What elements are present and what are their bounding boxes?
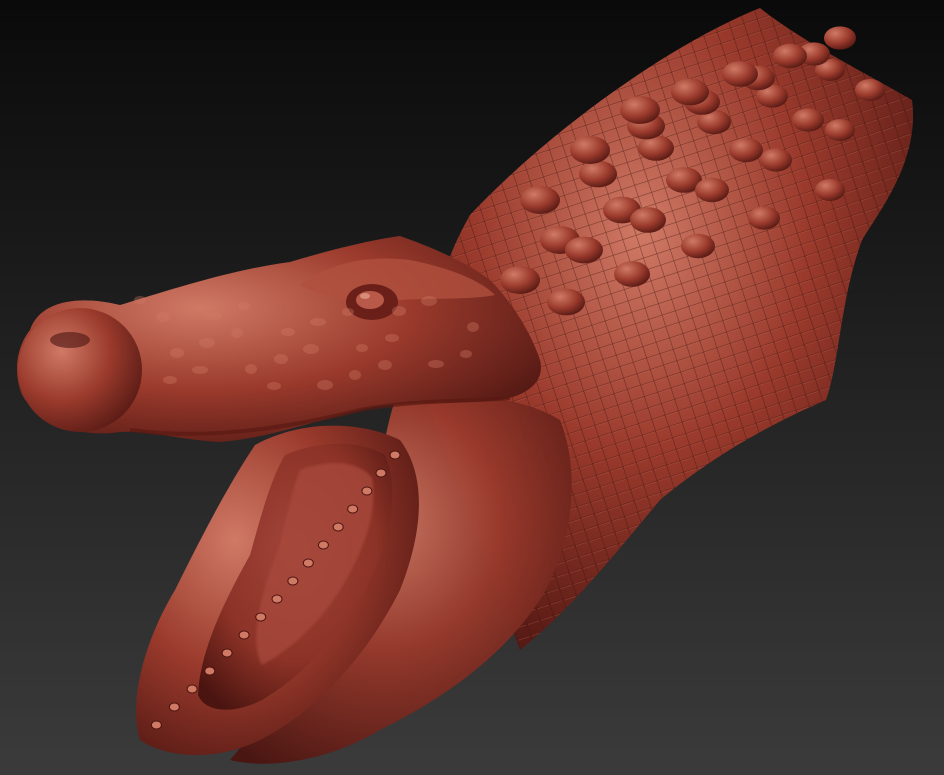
tooth [347,504,359,514]
snout-bump [274,354,288,364]
snout-bump [421,296,437,306]
tooth [168,702,180,712]
scute [748,206,780,230]
scute [760,148,792,172]
scute [620,96,660,124]
snout-bump [192,366,208,374]
scute [671,78,709,106]
tooth [186,684,198,694]
snout-bump [317,380,333,390]
snout-bump [356,344,368,352]
scute [520,186,560,214]
sculpt-viewport[interactable] [0,0,944,775]
snout-bump [267,382,281,390]
tooth [332,522,344,532]
nose-bulb [18,308,142,432]
snout-bump [245,364,257,374]
tooth [221,648,233,658]
eye-highlight [360,293,370,299]
tooth [204,666,216,676]
snout-bump [342,308,354,316]
scute [722,61,758,87]
snout-bump [206,312,222,320]
snout-bump [349,370,361,380]
tooth [255,612,267,622]
tooth [317,540,329,550]
scute [855,79,885,101]
tooth [238,630,250,640]
scute [825,119,855,141]
snout-bump [460,350,472,358]
scute [729,137,763,163]
tooth [389,450,401,460]
snout-bump [238,302,250,310]
scute [681,233,715,259]
snout-bump [428,360,444,368]
tooth [271,594,283,604]
snout-bump [392,306,406,316]
scute [579,160,617,188]
tooth [150,720,162,730]
snout-bump [199,338,215,348]
snout-bump [134,296,146,304]
snout-bump [170,348,184,358]
snout-bump [467,322,479,332]
scute [815,179,845,201]
tooth [287,576,299,586]
scute [547,288,585,316]
tooth [361,486,373,496]
scute [824,26,856,50]
tooth [375,468,387,478]
nostril-icon [50,332,90,348]
snout-bump [385,334,399,342]
snout-bump [281,328,295,336]
snout-bump [303,344,319,354]
scute [570,136,610,164]
scute [565,236,603,264]
scute [792,108,824,132]
scute [614,261,650,287]
snout-bump [163,376,177,384]
snout-bump [310,318,326,326]
tooth [302,558,314,568]
scute [695,177,729,203]
snout-bump [231,328,243,338]
scute [630,207,666,233]
eye-icon [356,291,384,309]
snout-bump [378,360,392,370]
snout-bump [156,312,170,322]
crocodile-sculpt-render [0,0,944,775]
scute [500,266,540,294]
scute [773,43,807,69]
